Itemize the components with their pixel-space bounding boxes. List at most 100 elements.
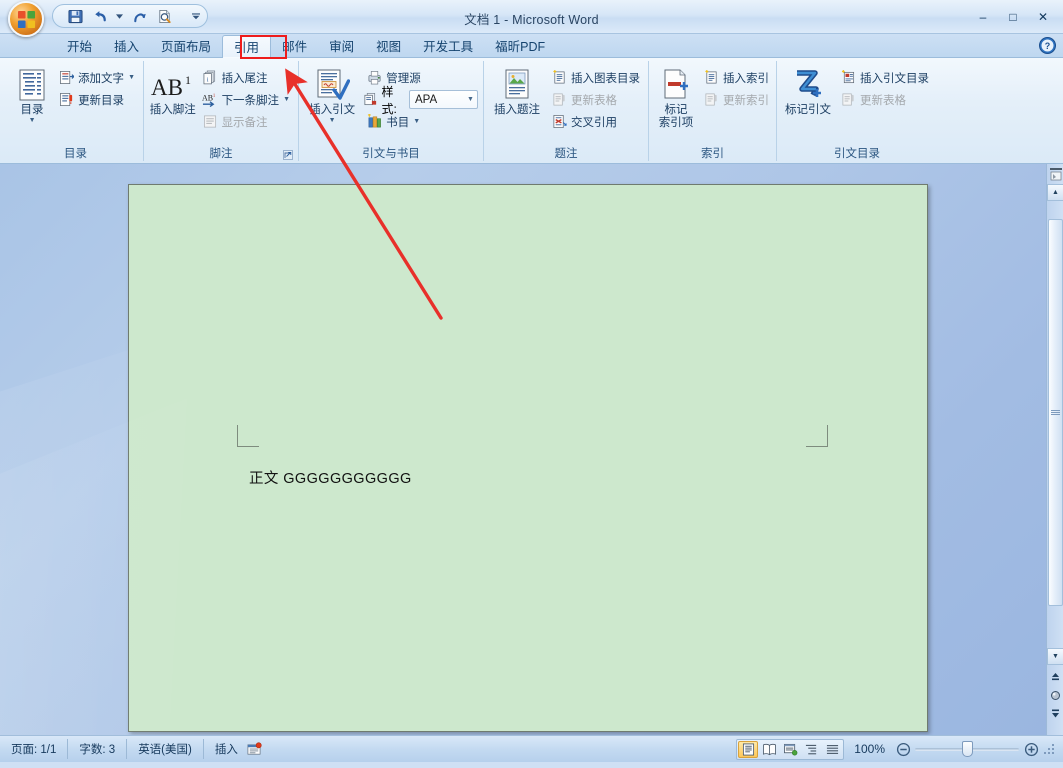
group-label-footnotes: 脚注 <box>149 145 293 161</box>
zoom-out-button[interactable] <box>895 741 911 757</box>
tab-foxitpdf[interactable]: 福昕PDF <box>484 34 556 57</box>
add-text-label: 添加文字 <box>78 70 124 86</box>
zoom-slider-thumb[interactable] <box>962 741 973 757</box>
status-macro-record-icon[interactable] <box>244 739 273 759</box>
help-icon[interactable]: ? <box>1038 36 1057 55</box>
add-text-button[interactable]: 添加文字 ▼ <box>55 67 138 88</box>
mark-citation-icon <box>791 68 825 104</box>
update-index-button[interactable]: 更新索引 <box>700 89 772 110</box>
document-body-text[interactable]: 正文 GGGGGGGGGGG <box>249 467 412 488</box>
status-page-number[interactable]: 页面: 1/1 <box>0 739 68 759</box>
full-screen-reading-view-button[interactable] <box>759 741 779 758</box>
web-layout-view-button[interactable] <box>780 741 800 758</box>
chevron-down-icon[interactable]: ▼ <box>413 118 420 125</box>
update-index-icon <box>703 91 720 108</box>
print-layout-view-button[interactable] <box>738 741 758 758</box>
chevron-down-icon[interactable]: ▼ <box>467 96 474 103</box>
insert-caption-label: 插入题注 <box>494 104 540 117</box>
bibliography-icon <box>366 113 383 130</box>
update-table-button[interactable]: 更新表格 <box>548 89 643 110</box>
status-insert-mode[interactable]: 插入 <box>204 739 244 759</box>
insert-footnote-button[interactable]: AB 1 插入脚注 <box>149 66 197 117</box>
citation-style-row: 样式: APA ▼ <box>363 89 478 110</box>
previous-page-button[interactable] <box>1048 670 1063 685</box>
insert-index-label: 插入索引 <box>723 70 769 86</box>
cross-reference-icon <box>551 113 568 130</box>
insert-citation-icon <box>314 68 350 104</box>
show-notes-button[interactable]: 显示备注 <box>199 111 293 132</box>
scroll-thumb[interactable] <box>1048 219 1063 606</box>
insert-index-button[interactable]: 插入索引 <box>700 67 772 88</box>
manage-sources-button[interactable]: 管理源 <box>363 67 478 88</box>
window-title: 文档 1 - Microsoft Word <box>0 9 1063 28</box>
update-toc-button[interactable]: 更新目录 <box>55 89 138 110</box>
tab-kaifagongju[interactable]: 开发工具 <box>412 34 484 57</box>
next-footnote-button[interactable]: AB 1 下一条脚注 ▼ <box>199 89 293 110</box>
chevron-down-icon[interactable]: ▼ <box>29 117 36 125</box>
zoom-in-button[interactable] <box>1023 741 1039 757</box>
bibliography-button[interactable]: 书目 ▼ <box>363 111 478 132</box>
insert-endnote-icon: i <box>202 69 219 86</box>
office-logo-icon <box>17 10 36 29</box>
ribbon-group-captions: 插入题注 <box>484 61 649 161</box>
insert-table-of-authorities-button[interactable]: 插入引文目录 <box>837 67 932 88</box>
zoom-level-label[interactable]: 100% <box>848 742 891 756</box>
select-browse-object-button[interactable] <box>1048 688 1063 703</box>
scroll-up-button[interactable]: ▲ <box>1047 184 1063 201</box>
insert-endnote-button[interactable]: i 插入尾注 <box>199 67 293 88</box>
vertical-scrollbar[interactable]: ▲ ▼ <box>1046 164 1063 735</box>
cross-reference-button[interactable]: 交叉引用 <box>548 111 643 132</box>
next-page-button[interactable] <box>1048 706 1063 721</box>
style-icon <box>363 91 378 108</box>
maximize-button[interactable]: □ <box>999 7 1027 27</box>
status-word-count[interactable]: 字数: 3 <box>68 739 127 759</box>
office-button[interactable] <box>8 1 44 37</box>
ab1-icon: AB 1 <box>150 68 196 104</box>
insert-caption-button[interactable]: 插入题注 <box>489 66 545 117</box>
tab-yinyong[interactable]: 引用 <box>222 35 271 58</box>
insert-toa-icon <box>840 69 857 86</box>
minimize-button[interactable]: – <box>969 7 997 27</box>
citation-style-select[interactable]: APA ▼ <box>409 90 478 109</box>
show-notes-label: 显示备注 <box>222 114 268 130</box>
outline-view-button[interactable] <box>801 741 821 758</box>
svg-text:i: i <box>206 76 208 83</box>
tab-shenyue[interactable]: 审阅 <box>318 34 365 57</box>
insert-index-icon <box>703 69 720 86</box>
chevron-down-icon[interactable]: ▼ <box>128 74 135 81</box>
draft-view-button[interactable] <box>822 741 842 758</box>
citation-style-value: APA <box>415 94 437 106</box>
table-of-contents-button[interactable]: 目录 ▼ <box>13 66 51 125</box>
update-table-authorities-label: 更新表格 <box>860 92 906 108</box>
tab-yemianbuju[interactable]: 页面布局 <box>150 34 222 57</box>
ribbon-group-table-of-authorities: 标记引文 <box>777 61 937 161</box>
insert-table-of-figures-button[interactable]: 插入图表目录 <box>548 67 643 88</box>
close-button[interactable]: ✕ <box>1029 7 1057 27</box>
tab-charu[interactable]: 插入 <box>103 34 150 57</box>
update-table-authorities-button[interactable]: 更新表格 <box>837 89 932 110</box>
insert-citation-button[interactable]: 插入引文 ▼ <box>304 66 360 125</box>
tab-youjian[interactable]: 邮件 <box>271 34 318 57</box>
tab-kaishi[interactable]: 开始 <box>56 34 103 57</box>
chevron-down-icon[interactable]: ▼ <box>283 96 290 103</box>
zoom-slider[interactable] <box>915 741 1019 757</box>
update-table-icon <box>840 91 857 108</box>
insert-endnote-label: 插入尾注 <box>222 70 268 86</box>
mark-entry-button[interactable]: 标记索引项 <box>654 66 698 130</box>
scroll-down-button[interactable]: ▼ <box>1047 648 1063 665</box>
footnotes-dialog-launcher-icon[interactable] <box>282 149 293 160</box>
mark-citation-button[interactable]: 标记引文 <box>782 66 834 117</box>
mark-entry-label: 标记索引项 <box>654 104 698 130</box>
update-toc-label: 更新目录 <box>78 92 124 108</box>
chevron-down-icon[interactable]: ▼ <box>329 117 336 125</box>
split-window-icon[interactable] <box>1048 166 1063 181</box>
insert-toa-label: 插入引文目录 <box>860 70 929 86</box>
status-language[interactable]: 英语(美国) <box>127 739 204 759</box>
window-resize-grip[interactable] <box>1043 742 1057 756</box>
document-page[interactable]: 正文 GGGGGGGGGGG <box>128 184 928 732</box>
margin-mark-top-right <box>806 425 828 447</box>
margin-mark-top-left <box>237 425 259 447</box>
title-bar: 文档 1 - Microsoft Word – □ ✕ <box>0 0 1063 34</box>
group-label-captions: 题注 <box>489 145 643 161</box>
tab-shitu[interactable]: 视图 <box>365 34 412 57</box>
